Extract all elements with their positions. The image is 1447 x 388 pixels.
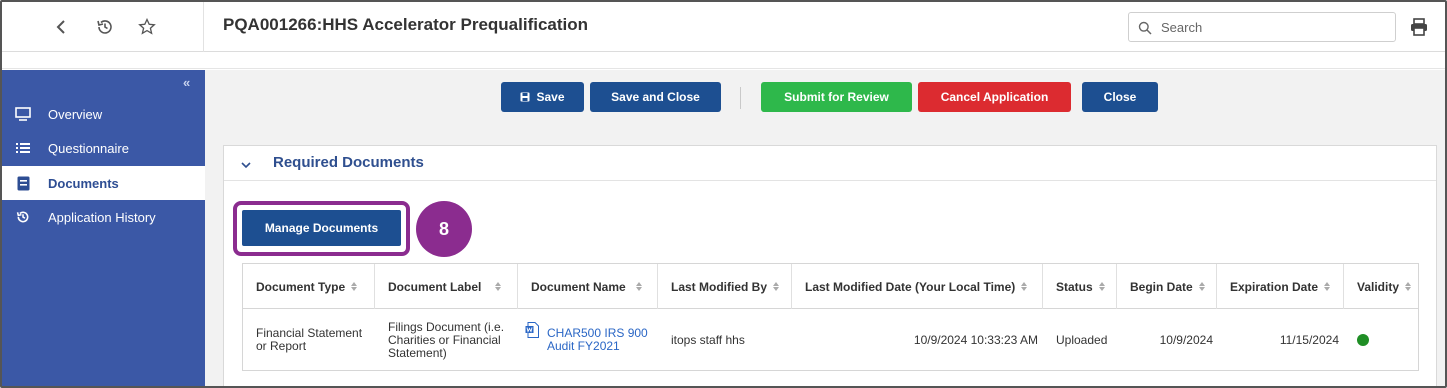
history-icon[interactable] [93, 15, 117, 39]
cell-expiration-date: 11/15/2024 [1279, 332, 1339, 347]
sidebar-item-label: Questionnaire [48, 140, 129, 156]
column-header-document-label[interactable]: Document Label [375, 264, 518, 309]
history-icon [14, 208, 32, 226]
search-box[interactable] [1128, 12, 1396, 42]
column-header-document-type[interactable]: Document Type [243, 264, 375, 309]
cancel-application-button[interactable]: Cancel Application [918, 82, 1071, 112]
sort-icon [1324, 282, 1331, 291]
save-and-close-button[interactable]: Save and Close [590, 82, 721, 112]
monitor-icon [14, 105, 32, 123]
save-icon [520, 92, 530, 102]
cell-document-name[interactable]: CHAR500 IRS 900 Audit FY2021 [525, 309, 655, 371]
cell-document-label: Filings Document (i.e. Charities or Fina… [388, 319, 505, 360]
sidebar-item-label: Documents [48, 175, 119, 191]
save-button[interactable]: Save [501, 82, 584, 112]
breadcrumb-bar [2, 53, 1445, 69]
table-header: Document Type Document Label Document Na… [243, 264, 1418, 309]
search-icon [1138, 21, 1152, 35]
app-window: PQA001266:HHS Accelerator Prequalificati… [0, 0, 1447, 388]
sidebar-item-documents[interactable]: Documents [2, 166, 205, 200]
cell-status: Uploaded [1056, 332, 1108, 347]
sort-icon [1198, 282, 1205, 291]
manage-documents-button[interactable]: Manage Documents [242, 210, 401, 246]
panel-header[interactable]: Required Documents [224, 146, 1436, 181]
column-header-begin-date[interactable]: Begin Date [1117, 264, 1217, 309]
sort-icon [635, 282, 642, 291]
sidebar-item-application-history[interactable]: Application History [2, 200, 205, 234]
required-documents-panel: Required Documents Manage Documents 8 Do… [223, 145, 1437, 386]
sort-icon [351, 282, 358, 291]
chevron-down-icon[interactable] [240, 158, 252, 170]
document-link[interactable]: CHAR500 IRS 900 Audit FY2021 [547, 327, 655, 353]
document-icon [14, 174, 32, 192]
column-header-last-modified-date[interactable]: Last Modified Date (Your Local Time) [792, 264, 1043, 309]
column-header-validity[interactable]: Validity [1344, 264, 1418, 309]
cell-document-type: Financial Statement or Report [256, 326, 363, 353]
close-button[interactable]: Close [1082, 82, 1158, 112]
sidebar-item-questionnaire[interactable]: Questionnaire [2, 131, 205, 165]
list-icon [14, 139, 32, 157]
sort-icon [1021, 282, 1028, 291]
sidebar-item-label: Overview [48, 106, 103, 122]
toolbar-divider [740, 87, 741, 109]
star-icon[interactable] [135, 15, 159, 39]
sidebar: « Overview Questionnaire Documents Appli… [2, 70, 205, 386]
sort-icon [1405, 282, 1412, 291]
topbar-divider [203, 2, 204, 52]
sort-icon [495, 282, 502, 291]
documents-table: Document Type Document Label Document Na… [242, 263, 1419, 371]
print-icon[interactable] [1409, 17, 1429, 37]
submit-for-review-button[interactable]: Submit for Review [761, 82, 912, 112]
back-icon[interactable] [49, 15, 73, 39]
sidebar-item-overview[interactable]: Overview [2, 97, 205, 131]
cell-last-modified-by: itops staff hhs [671, 332, 745, 347]
main-content: Save Save and Close Submit for Review Ca… [205, 70, 1445, 386]
page-title: PQA001266:HHS Accelerator Prequalificati… [223, 15, 589, 34]
validity-status-dot [1357, 334, 1369, 346]
collapse-sidebar-icon[interactable]: « [183, 75, 190, 90]
sort-icon [773, 282, 780, 291]
save-label: Save [536, 90, 565, 104]
cell-validity [1357, 309, 1397, 371]
cell-last-modified-date: 10/9/2024 10:33:23 AM [913, 332, 1038, 347]
sidebar-item-label: Application History [48, 209, 156, 225]
word-document-icon [525, 322, 539, 338]
column-header-document-name[interactable]: Document Name [518, 264, 658, 309]
step-badge: 8 [416, 201, 472, 257]
column-header-expiration-date[interactable]: Expiration Date [1217, 264, 1344, 309]
column-header-status[interactable]: Status [1043, 264, 1117, 309]
highlight-box: Manage Documents [233, 201, 410, 256]
search-input[interactable] [1161, 18, 1386, 36]
top-bar: PQA001266:HHS Accelerator Prequalificati… [2, 2, 1445, 52]
sort-icon [1098, 282, 1105, 291]
section-title: Required Documents [273, 154, 424, 171]
column-header-last-modified-by[interactable]: Last Modified By [658, 264, 792, 309]
cell-begin-date: 10/9/2024 [1159, 332, 1213, 347]
